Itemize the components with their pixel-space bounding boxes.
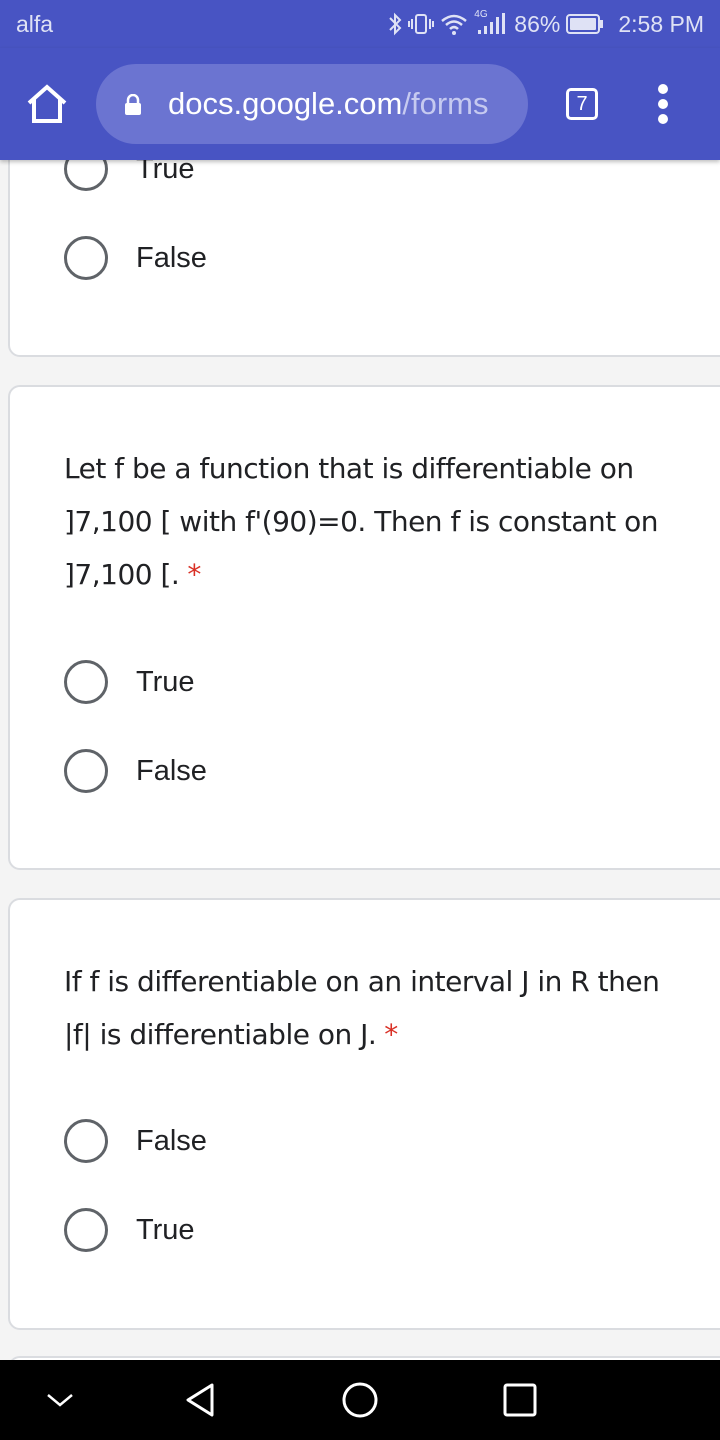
status-icons: 4G 86% 2:58 PM — [388, 9, 704, 38]
question-card: Let f be a function that is differentiab… — [8, 385, 720, 870]
radio-button[interactable] — [64, 749, 108, 793]
question-card: If f is differentiable on an interval J … — [8, 898, 720, 1330]
chevron-down-icon[interactable] — [45, 1390, 75, 1410]
question-line: ]7,100 [. — [64, 558, 180, 591]
option-false[interactable]: False — [64, 747, 207, 795]
address-bar[interactable]: docs.google.com/forms — [96, 64, 528, 144]
option-label: False — [136, 241, 207, 274]
url-domain: docs.google.com — [168, 86, 403, 121]
required-marker: * — [187, 558, 201, 591]
option-false[interactable]: False — [64, 234, 207, 282]
radio-button[interactable] — [64, 1208, 108, 1252]
radio-button[interactable] — [64, 1119, 108, 1163]
radio-button[interactable] — [64, 236, 108, 280]
question-line: Let f be a function that is differentiab… — [64, 452, 634, 485]
back-button-icon[interactable] — [184, 1382, 216, 1418]
signal-icon: 4G — [474, 9, 506, 36]
question-line: |f| is differentiable on J. — [64, 1018, 377, 1051]
home-button[interactable] — [26, 84, 68, 124]
option-label: False — [136, 754, 207, 787]
status-bar: alfa 4G 86% 2:58 PM — [0, 0, 720, 48]
carrier-name: alfa — [16, 11, 54, 37]
question-line-last: |f| is differentiable on J. * — [64, 1008, 664, 1061]
required-marker: * — [384, 1018, 398, 1051]
option-label: True — [136, 1213, 195, 1246]
tab-switcher-button[interactable]: 7 — [566, 88, 598, 120]
browser-toolbar: docs.google.com/forms 7 — [0, 48, 720, 160]
option-label: True — [136, 665, 195, 698]
option-true[interactable]: True — [64, 658, 195, 706]
question-line: If f is differentiable on an interval J … — [64, 965, 660, 998]
option-label: False — [136, 1124, 207, 1157]
home-nav-icon[interactable] — [341, 1381, 379, 1419]
option-false[interactable]: False — [64, 1117, 207, 1165]
url-path: /forms — [402, 86, 489, 121]
overflow-menu-button[interactable] — [652, 84, 674, 124]
url-text: docs.google.com/forms — [168, 86, 489, 122]
lock-icon — [125, 94, 141, 115]
vibrate-icon — [408, 14, 435, 34]
navigation-bar — [0, 1360, 720, 1440]
recents-icon[interactable] — [503, 1383, 537, 1417]
question-title: Let f be a function that is differentiab… — [64, 442, 664, 601]
radio-button[interactable] — [64, 660, 108, 704]
question-title: If f is differentiable on an interval J … — [64, 955, 664, 1061]
question-line: ]7,100 [ with f'(90)=0. Then f is consta… — [64, 505, 658, 538]
option-true[interactable]: True — [64, 1206, 195, 1254]
bluetooth-icon — [389, 12, 402, 36]
question-line-last: ]7,100 [. * — [64, 548, 664, 601]
clock: 2:58 PM — [618, 10, 704, 37]
battery-icon — [566, 14, 604, 34]
battery-percent: 86% — [514, 10, 561, 37]
wifi-icon — [441, 14, 468, 35]
home-icon — [27, 84, 67, 123]
